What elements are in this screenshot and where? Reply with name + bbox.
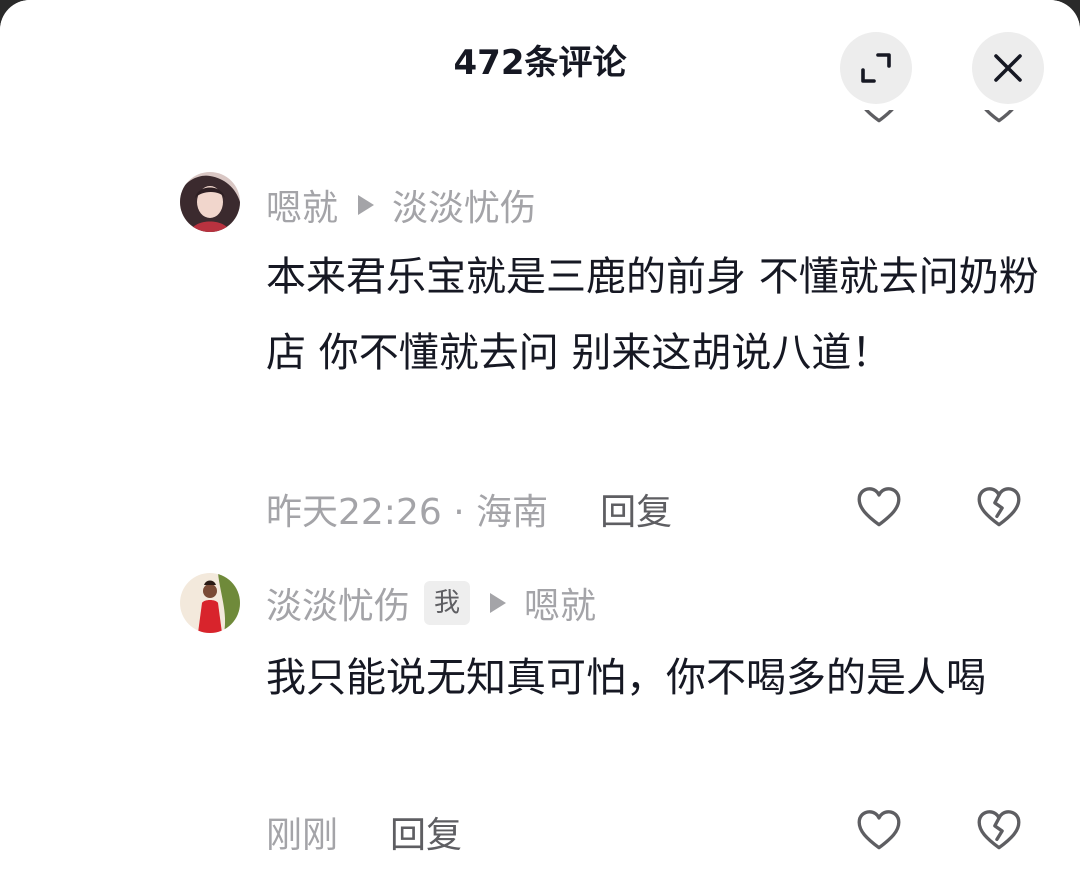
close-button[interactable] (972, 32, 1044, 104)
comment-count-title: 472条评论 (453, 43, 627, 83)
comment-author[interactable]: 嗯就 (266, 179, 338, 231)
triangle-right-icon (358, 195, 375, 215)
avatar-image (180, 573, 240, 633)
reply-button[interactable]: 回复 (390, 806, 462, 858)
broken-heart-outline-icon[interactable] (974, 805, 1024, 855)
comment-text: 本来君乐宝就是三鹿的前身 不懂就去问奶粉店 你不懂就去问 别来这胡说八道！ (266, 254, 1039, 376)
comment-text: 我只能说无知真可怕，你不喝多的是人喝 (266, 655, 986, 701)
expand-button[interactable] (840, 32, 912, 104)
broken-heart-outline-icon[interactable] (974, 482, 1024, 532)
comments-sheet: 472条评论 嗯就 淡淡忧伤 本来君乐宝就是三鹿的前身 不懂就去问奶粉店 你不懂… (0, 0, 1080, 876)
comment-author[interactable]: 淡淡忧伤 (266, 577, 410, 629)
sheet-header: 472条评论 (0, 0, 1080, 110)
expand-icon (861, 53, 891, 83)
heart-outline-icon[interactable] (854, 482, 904, 532)
comment-reply-target[interactable]: 嗯就 (524, 577, 596, 629)
avatar[interactable] (180, 573, 240, 633)
comment-reply-target[interactable]: 淡淡忧伤 (392, 179, 536, 231)
avatar-image (180, 172, 240, 232)
avatar[interactable] (180, 172, 240, 232)
comment-meta: 刚刚 回复 (266, 807, 462, 857)
reply-button[interactable]: 回复 (600, 483, 672, 535)
comment-meta: 昨天22:26 · 海南 回复 (266, 484, 672, 534)
self-badge: 我 (424, 581, 471, 625)
comment-author-line: 嗯就 淡淡忧伤 (266, 180, 536, 230)
comment-time-location: 刚刚 (266, 815, 339, 856)
triangle-right-icon (490, 593, 507, 613)
comment-time-location: 昨天22:26 · 海南 (266, 492, 549, 533)
heart-outline-icon[interactable] (854, 805, 904, 855)
close-icon (994, 54, 1022, 82)
comment-author-line: 淡淡忧伤 我 嗯就 (266, 578, 596, 628)
